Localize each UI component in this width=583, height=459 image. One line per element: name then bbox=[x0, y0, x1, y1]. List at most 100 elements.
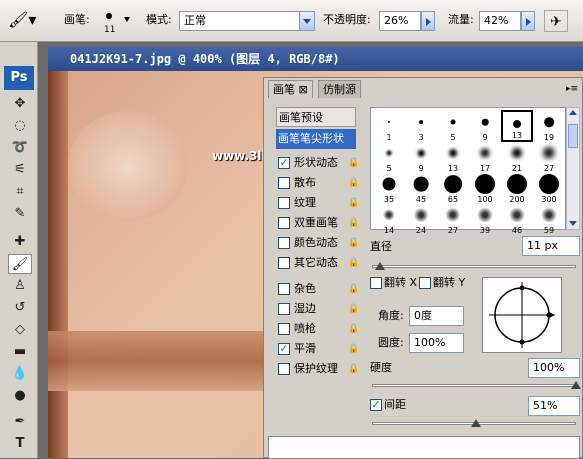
brush-tip-grid[interactable]: 1 3 5 9 13 19 5 9 13 17 21 27 35 45 65 100 200 300 14 24 27 3… bbox=[370, 107, 566, 235]
option-checkbox[interactable] bbox=[278, 197, 290, 209]
brush-tip-cell[interactable]: 300 bbox=[533, 172, 565, 204]
brush-grid-scrollbar[interactable] bbox=[566, 107, 580, 230]
option-item[interactable]: 双重画笔 🔒 bbox=[276, 213, 360, 233]
blur-icon[interactable]: 💧 bbox=[8, 364, 32, 384]
close-icon[interactable]: ⊠ bbox=[299, 83, 308, 96]
brush-tip-cell[interactable]: 27 bbox=[437, 203, 469, 235]
option-checkbox[interactable] bbox=[278, 323, 290, 335]
type-icon[interactable]: T bbox=[8, 434, 32, 454]
diameter-slider-thumb[interactable] bbox=[375, 262, 386, 270]
brush-tip-cell[interactable]: 1 bbox=[373, 110, 405, 142]
option-checkbox[interactable] bbox=[278, 217, 290, 229]
lock-icon[interactable]: 🔒 bbox=[348, 344, 359, 354]
tab-clone-source[interactable]: 仿制源 bbox=[318, 80, 361, 98]
option-checkbox-checked[interactable]: ✓ bbox=[278, 343, 290, 355]
clone-stamp-icon[interactable]: ♙ bbox=[8, 276, 32, 296]
angle-roundness-preview[interactable] bbox=[482, 277, 562, 353]
brush-tip-cell[interactable]: 5 bbox=[437, 110, 469, 142]
option-checkbox[interactable] bbox=[278, 237, 290, 249]
brush-presets-item[interactable]: 画笔预设 bbox=[276, 107, 356, 127]
spacing-input[interactable]: 51% bbox=[528, 396, 580, 416]
option-item[interactable]: 喷枪 🔒 bbox=[276, 319, 360, 339]
dodge-icon[interactable]: ● bbox=[8, 386, 32, 406]
move-icon[interactable]: ✥ bbox=[8, 94, 32, 114]
brush-tip-cell[interactable]: 13 bbox=[437, 141, 469, 173]
brush-icon[interactable]: 🖌 bbox=[8, 254, 32, 274]
tip-shape-item[interactable]: 画笔笔尖形状 bbox=[276, 129, 356, 149]
pen-icon[interactable]: ✒ bbox=[8, 412, 32, 432]
brush-tip-cell[interactable]: 13 bbox=[501, 110, 533, 142]
lock-icon[interactable]: 🔒 bbox=[348, 304, 359, 314]
brush-tip-cell[interactable]: 35 bbox=[373, 172, 405, 204]
brush-tip-cell[interactable]: 200 bbox=[501, 172, 533, 204]
option-checkbox[interactable] bbox=[278, 257, 290, 269]
spacing-slider-thumb[interactable] bbox=[471, 419, 482, 427]
gradient-icon[interactable]: ▬ bbox=[8, 342, 32, 362]
lock-icon[interactable]: 🔒 bbox=[348, 364, 359, 374]
option-checkbox[interactable] bbox=[278, 283, 290, 295]
mode-dropdown-button[interactable] bbox=[299, 11, 315, 31]
option-item[interactable]: 湿边 🔒 bbox=[276, 299, 360, 319]
document-title-bar[interactable]: 041J2K91-7.jpg @ 400% (图层 4, RGB/8#) bbox=[48, 47, 583, 71]
scroll-up-icon[interactable] bbox=[569, 110, 577, 115]
brush-tip-cell[interactable]: 100 bbox=[469, 172, 501, 204]
brush-tip-cell[interactable]: 21 bbox=[501, 141, 533, 173]
brush-tip-cell[interactable]: 9 bbox=[469, 110, 501, 142]
diameter-input[interactable]: 11 px bbox=[522, 236, 580, 256]
hardness-slider-thumb[interactable] bbox=[571, 381, 581, 389]
mode-select[interactable]: 正常 bbox=[179, 11, 315, 31]
lock-icon[interactable]: 🔒 bbox=[348, 158, 359, 168]
brush-tip-cell[interactable]: 45 bbox=[405, 172, 437, 204]
option-item[interactable]: 其它动态 🔒 bbox=[276, 253, 360, 273]
lock-icon[interactable]: 🔒 bbox=[348, 198, 359, 208]
lock-icon[interactable]: 🔒 bbox=[348, 218, 359, 228]
brush-tip-cell[interactable]: 24 bbox=[405, 203, 437, 235]
flow-slider-button[interactable] bbox=[521, 11, 535, 31]
lock-icon[interactable]: 🔒 bbox=[348, 324, 359, 334]
lock-icon[interactable]: 🔒 bbox=[348, 178, 359, 188]
opacity-slider-button[interactable] bbox=[421, 11, 435, 31]
option-item[interactable]: 纹理 🔒 bbox=[276, 193, 360, 213]
option-checkbox[interactable] bbox=[278, 177, 290, 189]
brush-tool-preset-icon[interactable]: 🖌▾ bbox=[8, 9, 40, 31]
brush-tip-cell[interactable]: 39 bbox=[469, 203, 501, 235]
flip-x-checkbox[interactable] bbox=[370, 277, 382, 289]
brush-tip-cell[interactable]: 19 bbox=[533, 110, 565, 142]
tab-brushes[interactable]: 画笔 ⊠ bbox=[268, 80, 313, 98]
lasso-icon[interactable]: ➰ bbox=[8, 138, 32, 158]
eyedropper-icon[interactable]: ✎ bbox=[8, 204, 32, 224]
brush-tip-cell[interactable]: 17 bbox=[469, 141, 501, 173]
brush-tip-cell[interactable]: 14 bbox=[373, 203, 405, 235]
crop-icon[interactable]: ⌗ bbox=[8, 182, 32, 202]
healing-brush-icon[interactable]: ✚ bbox=[8, 232, 32, 252]
brush-tip-cell[interactable]: 27 bbox=[533, 141, 565, 173]
option-item[interactable]: 散布 🔒 bbox=[276, 173, 360, 193]
scroll-thumb[interactable] bbox=[568, 124, 578, 148]
scroll-down-icon[interactable] bbox=[569, 221, 577, 226]
history-brush-icon[interactable]: ↺ bbox=[8, 298, 32, 318]
magic-wand-icon[interactable]: ⚟ bbox=[8, 160, 32, 180]
brush-tip-cell[interactable]: 5 bbox=[373, 141, 405, 173]
option-item[interactable]: 杂色 🔒 bbox=[276, 279, 360, 299]
flow-input[interactable]: 42% bbox=[479, 11, 521, 31]
option-item[interactable]: ✓ 平滑 🔒 bbox=[276, 339, 360, 359]
hardness-input[interactable]: 100% bbox=[528, 358, 580, 378]
opacity-input[interactable]: 26% bbox=[379, 11, 421, 31]
brush-tip-cell[interactable]: 3 bbox=[405, 110, 437, 142]
option-checkbox[interactable] bbox=[278, 303, 290, 315]
eraser-icon[interactable]: ◇ bbox=[8, 320, 32, 340]
marquee-icon[interactable]: ◌ bbox=[8, 116, 32, 136]
lock-icon[interactable]: 🔒 bbox=[348, 284, 359, 294]
option-item[interactable]: 保护纹理 🔒 bbox=[276, 359, 360, 379]
angle-input[interactable]: 0度 bbox=[409, 306, 464, 326]
brush-preset-picker[interactable]: 11 bbox=[100, 7, 136, 37]
lock-icon[interactable]: 🔒 bbox=[348, 238, 359, 248]
option-checkbox-checked[interactable]: ✓ bbox=[278, 157, 290, 169]
flip-y-checkbox[interactable] bbox=[419, 277, 431, 289]
option-item[interactable]: ✓ 形状动态 🔒 bbox=[276, 153, 360, 173]
panel-menu-icon[interactable]: ▸≡ bbox=[566, 84, 578, 94]
roundness-input[interactable]: 100% bbox=[409, 333, 464, 353]
brush-tip-cell[interactable]: 65 bbox=[437, 172, 469, 204]
option-checkbox[interactable] bbox=[278, 363, 290, 375]
brush-tip-cell[interactable]: 59 bbox=[533, 203, 565, 235]
